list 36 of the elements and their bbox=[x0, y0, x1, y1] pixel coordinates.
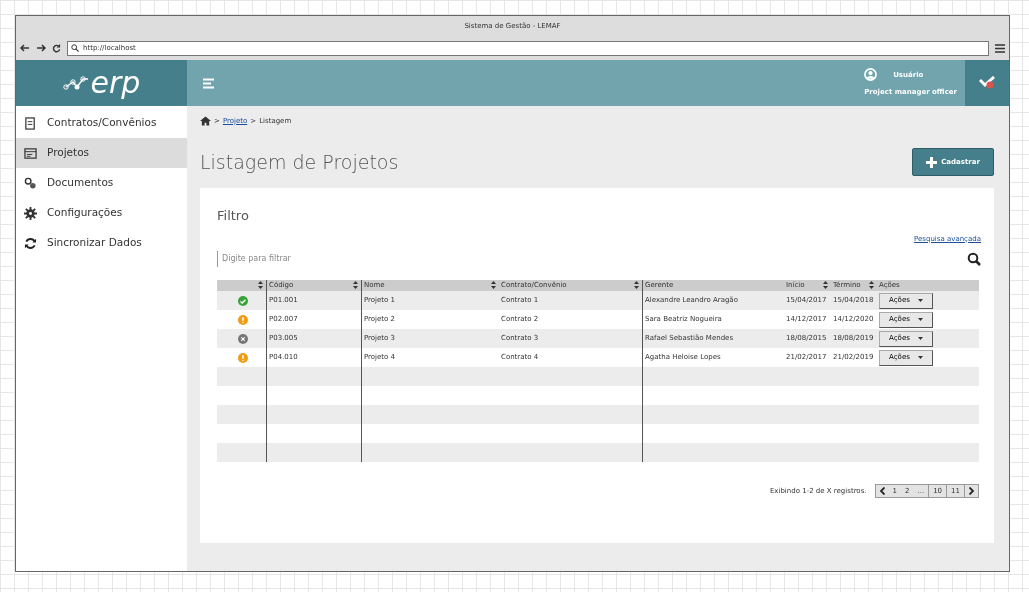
sidebar-item[interactable]: Contratos/Convênios bbox=[16, 108, 187, 138]
sort-icon[interactable] bbox=[353, 281, 358, 289]
list-icon bbox=[24, 146, 37, 160]
document-icon bbox=[24, 116, 37, 130]
sort-icon[interactable] bbox=[491, 281, 496, 289]
caret-icon bbox=[917, 337, 923, 340]
gear-icon bbox=[24, 206, 37, 220]
back-icon[interactable] bbox=[20, 44, 30, 52]
search-icon bbox=[71, 44, 79, 52]
sidebar-item[interactable]: Configurações bbox=[16, 198, 187, 228]
plus-icon bbox=[926, 156, 938, 168]
sort-icon[interactable] bbox=[823, 281, 828, 289]
page-title: Listagem de Projetos bbox=[200, 150, 399, 174]
caret-icon bbox=[917, 299, 923, 302]
reload-icon[interactable] bbox=[52, 43, 61, 53]
search-icon[interactable] bbox=[967, 252, 981, 266]
sort-icon[interactable] bbox=[634, 281, 639, 289]
user-icon bbox=[864, 68, 878, 82]
next-icon[interactable] bbox=[969, 487, 974, 495]
menu-icon[interactable] bbox=[995, 43, 1005, 53]
previous-icon[interactable] bbox=[879, 487, 885, 495]
logo-text: erp bbox=[90, 68, 141, 98]
filter-field[interactable]: Digite para filtrar bbox=[217, 251, 967, 267]
sidebar-item[interactable]: Projetos bbox=[16, 138, 187, 168]
network-icon bbox=[62, 74, 89, 92]
filter-title: Filtro bbox=[217, 207, 250, 225]
forward-icon[interactable] bbox=[36, 44, 46, 52]
sort-icon[interactable] bbox=[258, 281, 263, 289]
sidebar-item[interactable]: Sincronizar Dados bbox=[16, 228, 187, 258]
sync-icon bbox=[24, 236, 37, 250]
caret-icon bbox=[917, 356, 923, 359]
sidebar-item[interactable]: Documentos bbox=[16, 168, 187, 198]
caret-icon bbox=[917, 318, 923, 321]
sort-icon[interactable] bbox=[869, 281, 874, 289]
home-icon[interactable] bbox=[200, 116, 211, 126]
menu-toggle-icon[interactable] bbox=[203, 77, 215, 89]
